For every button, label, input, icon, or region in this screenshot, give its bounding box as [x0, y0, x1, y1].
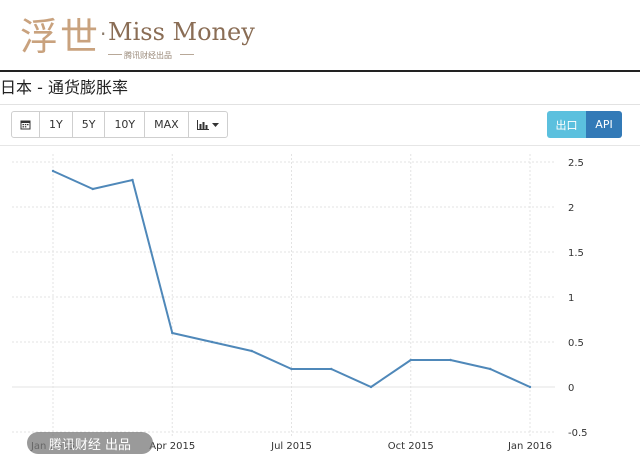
watermark-badge: 腾讯财经 出品 — [27, 432, 153, 454]
data-point — [290, 367, 293, 371]
logo-subtitle: 腾讯财经出品 — [124, 51, 172, 60]
range-10y-button[interactable]: 10Y — [105, 112, 146, 137]
data-point — [210, 340, 214, 344]
export-button[interactable]: 出口 — [547, 111, 586, 138]
y-tick-label: 2.5 — [568, 158, 584, 169]
data-point — [369, 385, 373, 389]
data-point — [131, 178, 134, 182]
x-tick-label: Apr 2015 — [149, 441, 195, 452]
logo-chinese: 浮世 — [20, 15, 101, 59]
api-button[interactable]: API — [586, 111, 622, 138]
logo-english: Miss Money — [108, 18, 255, 46]
bar-chart-icon — [196, 119, 209, 130]
y-tick-label: -0.5 — [568, 428, 588, 439]
caret-down-icon — [211, 122, 219, 127]
logo-sub-line-left — [108, 54, 122, 55]
inflation-chart: 2.521.510.50-0.5Jan 2015Apr 2015Jul 2015… — [12, 154, 588, 452]
header-rule — [0, 70, 640, 72]
page-title: 日本 - 通货膨胀率 — [0, 78, 128, 97]
y-tick-label: 0.5 — [568, 338, 584, 349]
x-tick-label: Oct 2015 — [388, 441, 434, 452]
data-point — [528, 385, 532, 389]
y-tick-label: 1 — [568, 293, 574, 304]
chart-type-button[interactable] — [189, 112, 227, 137]
data-point — [171, 331, 174, 335]
range-max-button[interactable]: MAX — [145, 112, 189, 137]
range-1y-button[interactable]: 1Y — [40, 112, 73, 137]
data-point — [51, 169, 55, 173]
data-point — [91, 187, 94, 191]
y-tick-label: 0 — [568, 383, 574, 394]
y-tick-label: 1.5 — [568, 248, 584, 259]
data-point — [250, 349, 253, 353]
logo-separator-dot: · — [100, 22, 107, 46]
data-point — [489, 367, 492, 371]
data-point — [409, 358, 412, 362]
data-point — [330, 367, 333, 371]
x-tick-label: Jan 2016 — [507, 441, 552, 452]
export-api-group: 出口 API — [547, 111, 622, 138]
range-5y-button[interactable]: 5Y — [73, 112, 106, 137]
logo-sub-line-right — [180, 54, 194, 55]
calendar-icon — [20, 120, 31, 130]
chart-toolbar: 1Y 5Y 10Y MAX — [11, 111, 228, 138]
data-point — [449, 358, 452, 362]
y-tick-label: 2 — [568, 203, 574, 214]
x-tick-label: Jul 2015 — [270, 441, 312, 452]
calendar-button[interactable] — [12, 112, 40, 137]
logo-area: 浮世 · Miss Money 腾讯财经出品 — [0, 0, 640, 70]
